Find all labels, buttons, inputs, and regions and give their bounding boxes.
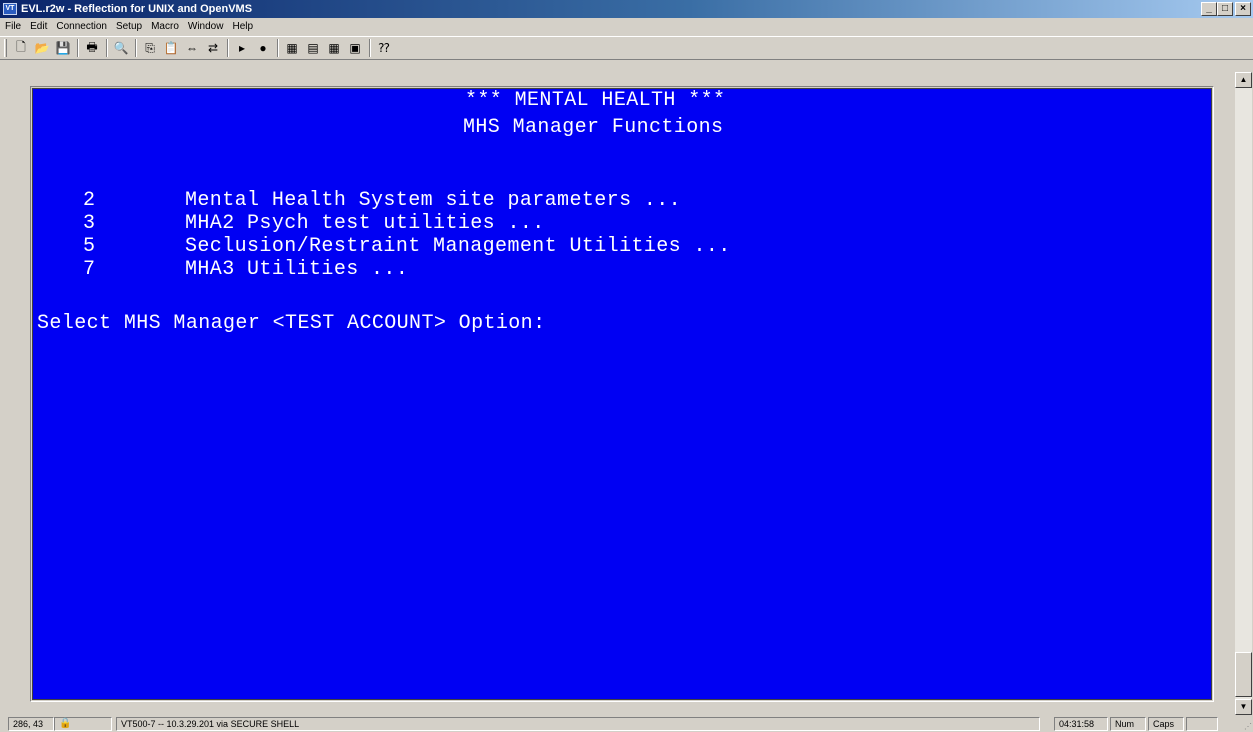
maximize-button[interactable]: □ — [1217, 2, 1233, 16]
status-bar: 286, 43 🔒 VT500-7 -- 10.3.29.201 via SEC… — [0, 716, 1253, 732]
toolbar: 🗋 📂 💾 🖶 🔍 ⎘ 📋 ⇔ ⇄ ▸ ● ▦ ▤ ▦ ▣ ⁇ — [0, 36, 1253, 60]
option-label: MHA3 Utilities ... — [185, 258, 409, 281]
play-macro-icon[interactable]: ▸ — [232, 39, 252, 57]
minimize-button[interactable]: _ — [1201, 2, 1217, 16]
option-number: 2 — [83, 189, 96, 212]
save-icon[interactable]: 💾 — [53, 39, 73, 57]
terminal-prompt: Select MHS Manager <TEST ACCOUNT> Option… — [37, 312, 546, 335]
toolbar-separator — [77, 39, 79, 57]
menu-setup[interactable]: Setup — [111, 21, 146, 32]
vertical-scrollbar[interactable]: ▲ ▼ — [1235, 72, 1252, 715]
caps-lock-indicator: Caps — [1148, 717, 1184, 731]
copy-icon[interactable]: ⎘ — [140, 39, 160, 57]
cursor-position: 286, 43 — [8, 717, 54, 731]
menu-file[interactable]: File — [0, 21, 25, 32]
num-lock-indicator: Num — [1110, 717, 1146, 731]
scroll-down-icon[interactable]: ▼ — [1235, 699, 1252, 715]
status-extra-panel — [1186, 717, 1218, 731]
scroll-up-icon[interactable]: ▲ — [1235, 72, 1252, 88]
menu-edit[interactable]: Edit — [25, 21, 51, 32]
connect-icon[interactable]: ⇔ — [182, 39, 202, 57]
terminal-screen[interactable]: *** MENTAL HEALTH *** MHS Manager Functi… — [32, 88, 1212, 700]
find-icon[interactable]: 🔍 — [111, 39, 131, 57]
window-title: EVL.r2w - Reflection for UNIX and OpenVM… — [21, 3, 253, 15]
options-icon[interactable]: ▣ — [345, 39, 365, 57]
keyboard-icon[interactable]: ▦ — [324, 39, 344, 57]
window-controls: _ □ × — [1201, 2, 1251, 16]
option-number: 7 — [83, 258, 96, 281]
toolbar-separator — [106, 39, 108, 57]
toolbar-grip[interactable] — [4, 39, 7, 57]
settings-icon[interactable]: ▦ — [282, 39, 302, 57]
option-label: Seclusion/Restraint Management Utilities… — [185, 235, 731, 258]
resize-grip-icon[interactable]: ⋰ — [1244, 722, 1252, 731]
scroll-thumb[interactable] — [1235, 652, 1252, 697]
context-help-icon[interactable]: ⁇ — [374, 39, 394, 57]
print-icon[interactable]: 🖶 — [82, 39, 102, 57]
menu-bar: File Edit Connection Setup Macro Window … — [0, 18, 1253, 35]
toolbar-separator — [227, 39, 229, 57]
toolbar-separator — [369, 39, 371, 57]
option-number: 5 — [83, 235, 96, 258]
menu-connection[interactable]: Connection — [51, 21, 111, 32]
menu-macro[interactable]: Macro — [146, 21, 183, 32]
terminal-header-title: *** MENTAL HEALTH *** — [465, 89, 726, 112]
transfer-icon[interactable]: ⇄ — [203, 39, 223, 57]
app-icon[interactable]: VT — [3, 3, 17, 15]
new-icon[interactable]: 🗋 — [11, 39, 31, 57]
option-label: MHA2 Psych test utilities ... — [185, 212, 545, 235]
paste-icon[interactable]: 📋 — [161, 39, 181, 57]
terminal-header-subtitle: MHS Manager Functions — [463, 116, 724, 139]
record-macro-icon[interactable]: ● — [253, 39, 273, 57]
option-label: Mental Health System site parameters ... — [185, 189, 682, 212]
option-number: 3 — [83, 212, 96, 235]
toolbar-separator — [277, 39, 279, 57]
menu-help[interactable]: Help — [227, 21, 257, 32]
menu-window[interactable]: Window — [183, 21, 228, 32]
connection-status: VT500-7 -- 10.3.29.201 via SECURE SHELL — [116, 717, 1040, 731]
close-button[interactable]: × — [1235, 2, 1251, 16]
lock-icon: 🔒 — [54, 717, 112, 731]
open-icon[interactable]: 📂 — [32, 39, 52, 57]
title-bar: VT EVL.r2w - Reflection for UNIX and Ope… — [0, 0, 1253, 18]
clock: 04:31:58 — [1054, 717, 1108, 731]
display-icon[interactable]: ▤ — [303, 39, 323, 57]
toolbar-separator — [135, 39, 137, 57]
